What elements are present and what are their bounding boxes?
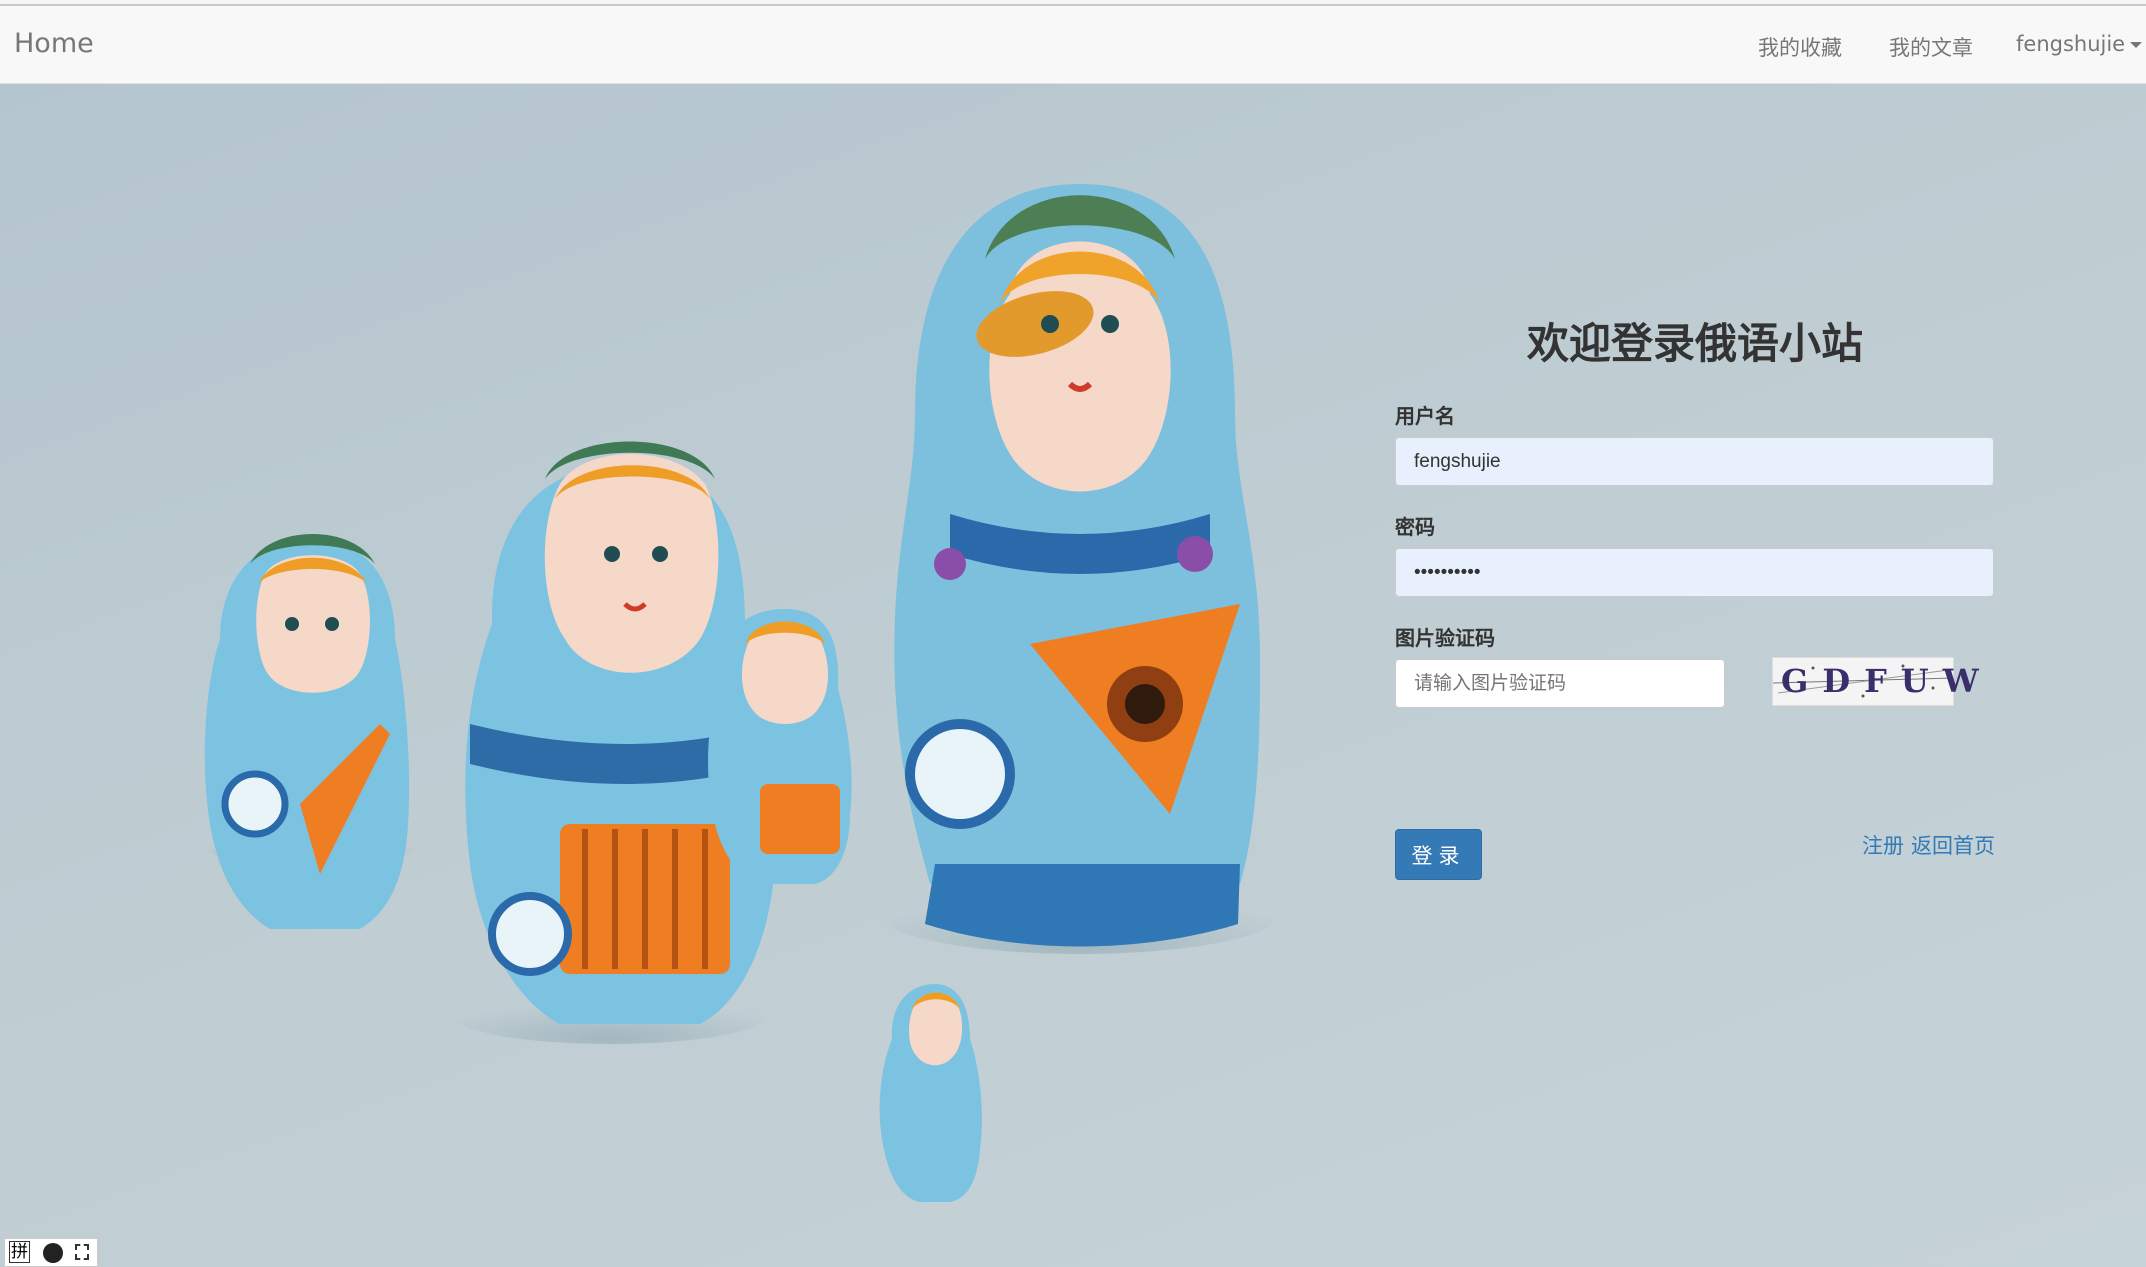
small-back-doll <box>708 609 852 884</box>
brand-home-link[interactable]: Home <box>14 28 94 59</box>
nav-my-favorites[interactable]: 我的收藏 <box>1758 32 1842 62</box>
password-label: 密码 <box>1395 515 1435 539</box>
matryoshka-dolls-photo <box>200 184 1280 1202</box>
back-home-link[interactable]: 返回首页 <box>1911 830 1995 860</box>
fullscreen-icon[interactable] <box>75 1244 89 1260</box>
user-menu-dropdown[interactable]: fengshujie <box>2016 32 2143 56</box>
page-title: 欢迎登录俄语小站 <box>1526 319 1863 368</box>
username-field[interactable] <box>1395 437 1994 486</box>
settings-gear-icon[interactable] <box>43 1243 63 1263</box>
username-label: 用户名 <box>1395 404 1455 428</box>
caret-down-icon <box>2130 42 2143 48</box>
captcha-input[interactable] <box>1395 659 1725 708</box>
register-link[interactable]: 注册 <box>1862 830 1904 860</box>
nav-my-articles[interactable]: 我的文章 <box>1889 32 1973 62</box>
ime-toolbar: 拼 <box>4 1238 98 1267</box>
top-navbar: Home 我的收藏 我的文章 fengshujie <box>0 6 2146 84</box>
hero-background: 欢迎登录俄语小站 用户名 密码 图片验证码 GDFUW 登录 注册 返回首页 <box>0 84 2146 1267</box>
captcha-label: 图片验证码 <box>1395 626 1495 650</box>
login-button[interactable]: 登录 <box>1395 829 1482 880</box>
ime-mode-toggle[interactable]: 拼 <box>9 1241 30 1263</box>
captcha-image[interactable]: GDFUW <box>1772 657 1979 706</box>
user-menu-label: fengshujie <box>2016 32 2126 56</box>
small-left-doll <box>204 534 410 929</box>
captcha-text: GDFUW <box>1781 662 1993 700</box>
tiny-doll <box>879 984 982 1202</box>
password-field[interactable] <box>1395 548 1994 597</box>
large-doll <box>894 184 1261 947</box>
